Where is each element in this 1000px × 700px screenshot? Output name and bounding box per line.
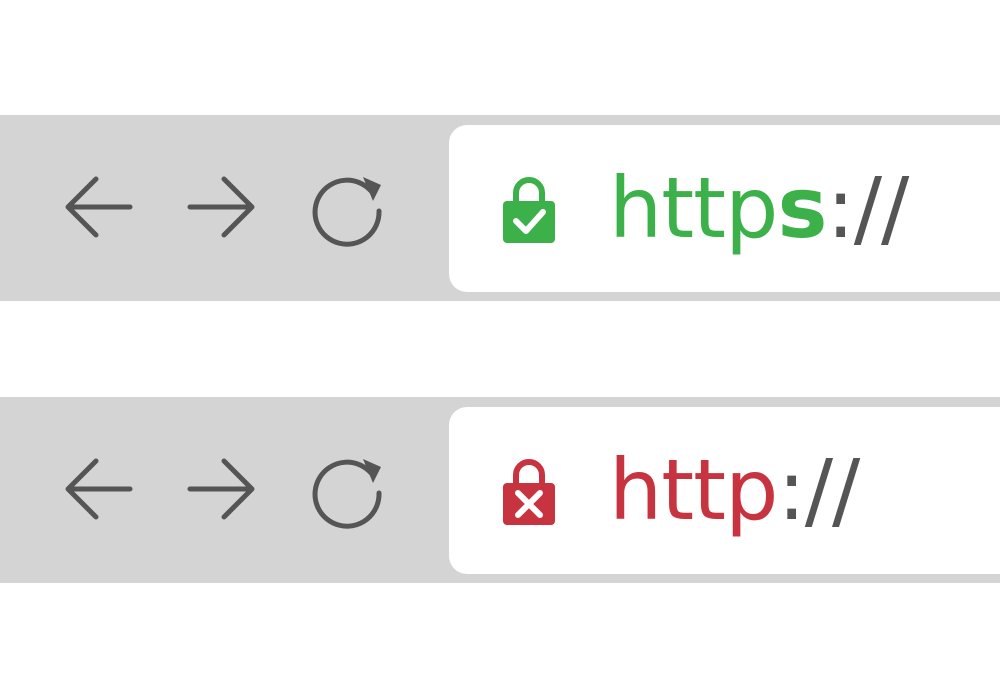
- arrow-left-icon: [65, 176, 133, 238]
- url-scheme: http: [609, 159, 778, 257]
- back-button[interactable]: [56, 447, 140, 531]
- url-text: https://: [609, 125, 909, 292]
- reload-button[interactable]: [305, 165, 389, 249]
- reload-button[interactable]: [305, 447, 389, 531]
- back-button[interactable]: [56, 165, 140, 249]
- reload-icon: [312, 459, 382, 529]
- arrow-right-icon: [187, 176, 255, 238]
- url-text: http://: [609, 407, 860, 574]
- browser-comparison: https:// http://: [0, 0, 1000, 700]
- lock-x-icon: [503, 459, 555, 525]
- reload-icon: [312, 177, 382, 247]
- arrow-left-icon: [65, 458, 133, 520]
- browser-toolbar-secure: https://: [0, 115, 1000, 301]
- forward-button[interactable]: [180, 447, 264, 531]
- url-separator: ://: [777, 441, 860, 539]
- url-separator: ://: [826, 159, 909, 257]
- lock-check-icon: [503, 177, 555, 243]
- address-bar-insecure[interactable]: http://: [449, 407, 1000, 574]
- url-scheme: http: [609, 441, 778, 539]
- url-secure-suffix: s: [777, 159, 827, 257]
- address-bar-secure[interactable]: https://: [449, 125, 1000, 292]
- forward-button[interactable]: [180, 165, 264, 249]
- browser-toolbar-insecure: http://: [0, 397, 1000, 583]
- arrow-right-icon: [187, 458, 255, 520]
